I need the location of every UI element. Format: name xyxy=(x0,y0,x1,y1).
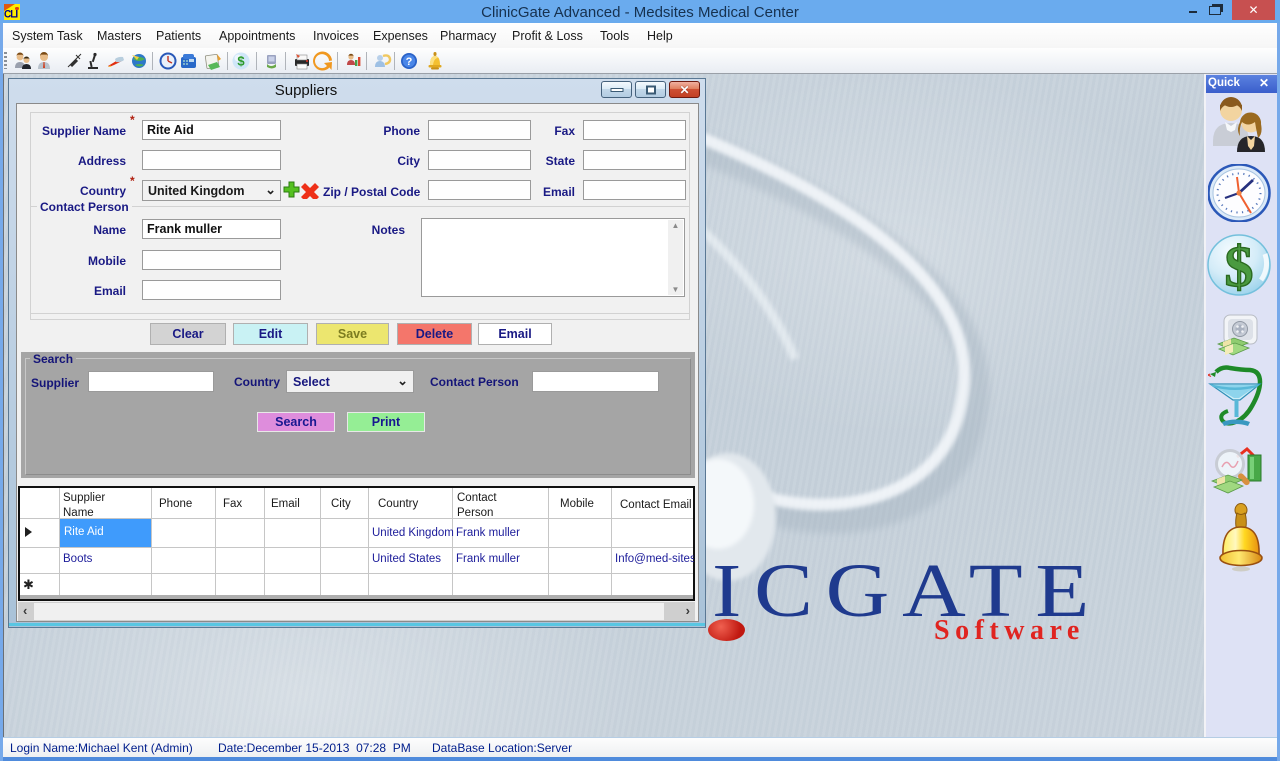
svg-text:?: ? xyxy=(406,56,413,68)
svg-text:$: $ xyxy=(1225,234,1254,296)
svg-text:$: $ xyxy=(237,54,245,69)
